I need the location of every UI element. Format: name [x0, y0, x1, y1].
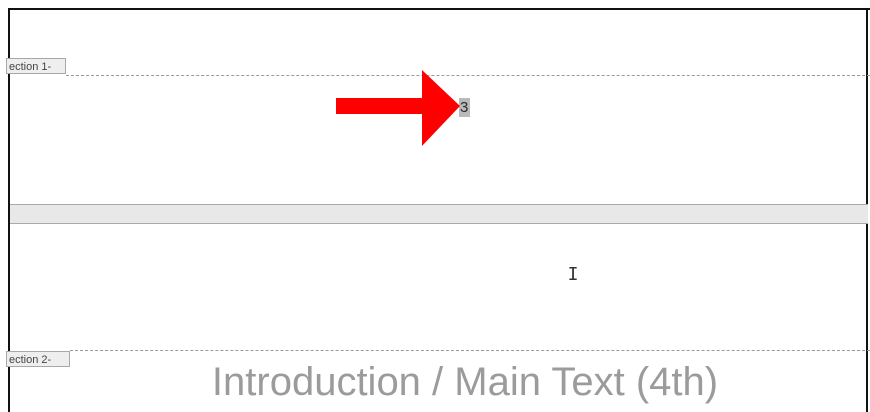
- page-border-right: [866, 8, 868, 204]
- red-arrow-icon: [336, 70, 460, 146]
- page-number-field[interactable]: 3: [459, 98, 470, 117]
- document-view: ection 1- 3 I ection 2- Introduction / M…: [0, 0, 870, 412]
- document-heading[interactable]: Introduction / Main Text (4th): [0, 358, 870, 406]
- section-1-tab[interactable]: ection 1-: [6, 58, 66, 74]
- header-boundary-line: [66, 75, 870, 76]
- page-border-top: [8, 8, 870, 10]
- ibeam-cursor-icon: I: [567, 264, 579, 285]
- page-separator: [10, 204, 868, 224]
- header-boundary-line: [70, 350, 870, 351]
